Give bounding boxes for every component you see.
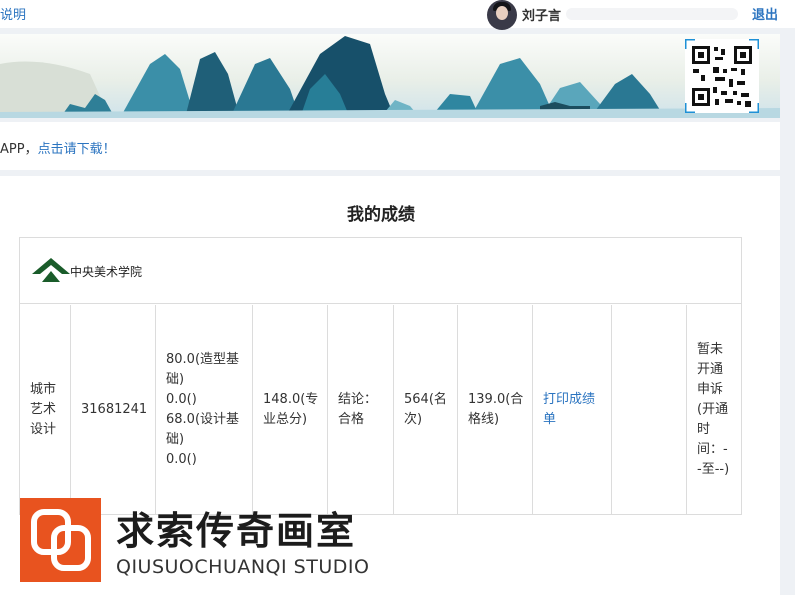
logout-link[interactable]: 退出	[752, 4, 778, 23]
app-notice: APP，点击请下载！	[0, 122, 780, 170]
studio-logo-icon	[20, 498, 101, 582]
cell-major: 城市艺术设计	[20, 305, 71, 515]
cell-passing-line: 139.0(合格线)	[458, 305, 533, 515]
avatar[interactable]	[487, 0, 517, 30]
appeal-status: 暂未开通申诉(开通时间：--至--)	[697, 342, 730, 477]
subject-score: 0.0()	[166, 452, 197, 467]
cell-print: 打印成绩单	[533, 305, 612, 515]
cell-subject-scores: 80.0(造型基础) 0.0() 68.0(设计基础) 0.0()	[156, 305, 253, 515]
cell-total: 148.0(专业总分)	[253, 305, 328, 515]
app-notice-text: APP，	[0, 142, 38, 157]
cell-exam-id: 31681241	[71, 305, 156, 515]
top-bar: 说明 刘子言 退出	[0, 0, 795, 30]
subject-score: 68.0(设计基础)	[166, 412, 240, 447]
cell-rank: 564(名次)	[394, 305, 458, 515]
score-table: 中央美术学院 城市艺术设计 31681241 80.0(造型基础) 0.0() …	[19, 237, 742, 515]
mountain-landscape	[0, 36, 780, 118]
cell-blank	[612, 305, 687, 515]
banner	[0, 34, 780, 118]
cell-conclusion: 结论：合格	[328, 305, 394, 515]
cell-appeal: 暂未开通申诉(开通时间：--至--)	[687, 305, 741, 515]
school-logo-icon	[32, 258, 70, 282]
scrollbar-track[interactable]	[780, 28, 795, 595]
help-link[interactable]: 说明	[0, 4, 26, 23]
watermark-cn: 求索传奇画室	[116, 508, 357, 553]
watermark: 求索传奇画室 QIUSUOCHUANQI STUDIO	[20, 498, 400, 582]
school-name: 中央美术学院	[70, 265, 143, 279]
page-title: 我的成绩	[347, 205, 415, 225]
redacted-info	[566, 8, 738, 20]
subject-score: 0.0()	[166, 392, 197, 407]
qr-code	[685, 39, 759, 113]
user-name: 刘子言	[522, 9, 562, 24]
print-transcript-link[interactable]: 打印成绩单	[543, 390, 601, 430]
subject-score: 80.0(造型基础)	[166, 352, 240, 387]
watermark-en: QIUSUOCHUANQI STUDIO	[116, 556, 370, 578]
school-header: 中央美术学院	[20, 238, 741, 304]
download-link[interactable]: 点击请下载！	[38, 142, 116, 157]
